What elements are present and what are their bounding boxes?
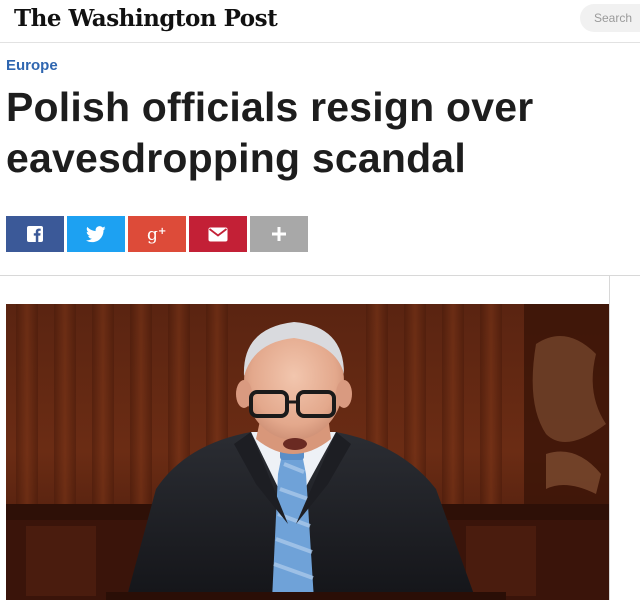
plus-icon xyxy=(272,227,286,241)
section-link-europe[interactable]: Europe xyxy=(6,57,58,74)
search-label: Search xyxy=(594,11,633,25)
article-headline: Polish officials resign over eavesdroppi… xyxy=(6,84,534,181)
content-divider xyxy=(0,275,640,276)
facebook-icon xyxy=(27,226,43,242)
site-logo[interactable]: The Washington Post xyxy=(14,1,278,37)
share-email-button[interactable] xyxy=(189,216,247,252)
share-google-plus-button[interactable]: g + xyxy=(128,216,186,252)
share-more-button[interactable] xyxy=(250,216,308,252)
masthead: The Washington Post Search xyxy=(0,0,640,43)
google-plus-icon: g + xyxy=(147,225,166,244)
share-facebook-button[interactable] xyxy=(6,216,64,252)
search-box[interactable]: Search xyxy=(580,4,640,32)
svg-text:+: + xyxy=(158,226,166,237)
svg-text:g: g xyxy=(147,225,158,244)
share-bar: g + xyxy=(6,216,311,252)
sidebar-divider xyxy=(609,275,610,600)
share-twitter-button[interactable] xyxy=(67,216,125,252)
email-icon xyxy=(208,227,228,241)
article-photo[interactable] xyxy=(6,304,609,600)
photo-illustration xyxy=(6,304,609,600)
twitter-icon xyxy=(86,225,106,242)
